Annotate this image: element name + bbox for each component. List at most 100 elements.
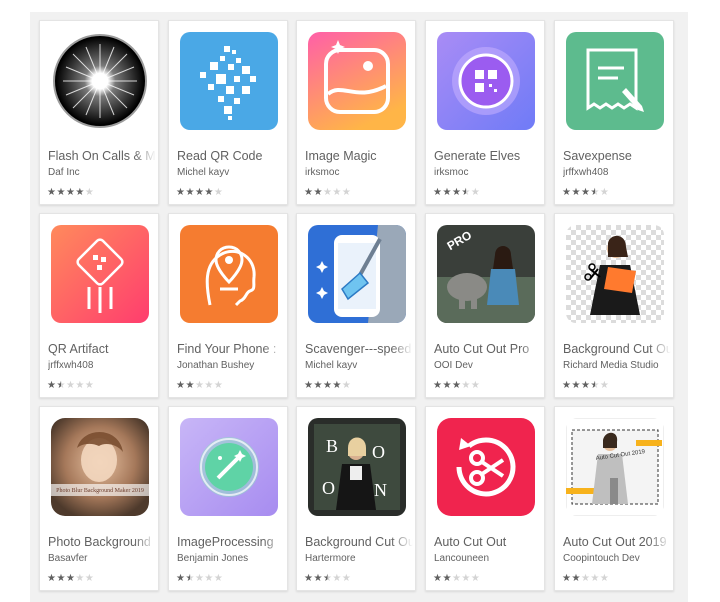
star-icon: ★ [304,380,314,391]
star-icon: ★ [65,573,76,584]
app-developer[interactable]: Daf Inc [48,167,156,178]
star-icon: ★ [341,573,352,584]
star-icon: ★ [580,573,591,584]
star-icon: ★ [433,380,443,391]
star-icon: ★ [470,380,481,391]
star-icon: ★ [341,380,352,391]
app-developer[interactable]: jrffxwh408 [48,360,156,371]
app-card[interactable]: Auto Cut Out 2019 Auto Cut Out 2019 Coop… [554,406,674,591]
boon-letter-4: N [374,480,387,500]
star-icon: ★ [599,187,610,198]
star-icon: ★ [47,187,57,198]
app-card[interactable]: B O O N Background Cut Ou Hartermore ★★★… [296,406,416,591]
location-head-icon [180,225,278,323]
image-processing-icon [180,418,278,516]
app-developer[interactable]: irksmoc [305,167,413,178]
star-icon: ★ [562,380,572,391]
app-developer[interactable]: Michel kayv [305,360,413,371]
app-card[interactable]: PRO Auto Cut Out Pro OOI Dev ★★★★★ [425,213,545,398]
cutout-pro-icon: PRO [437,225,535,323]
app-card[interactable]: Image Magic irksmoc ★★★★★ [296,20,416,205]
app-card[interactable]: Flash On Calls & M Daf Inc ★★★★★ [39,20,159,205]
boon-letter-3: O [322,478,335,498]
star-icon: ★ [204,187,214,198]
receipt-pen-icon [566,32,664,130]
app-developer[interactable]: Lancouneen [434,553,542,564]
app-card[interactable]: Savexpense jrffxwh408 ★★★★★ [554,20,674,205]
app-developer[interactable]: jrffxwh408 [563,167,671,178]
app-title: Generate Elves [434,149,542,163]
star-icon: ★ [194,187,205,198]
star-icon: ★ [332,573,342,584]
rating-stars: ★★★★★ [562,573,609,584]
star-icon: ★ [213,573,224,584]
app-title: ImageProcessing [177,535,285,549]
app-grid: Flash On Calls & M Daf Inc ★★★★★ Read QR… [30,12,688,602]
app-developer[interactable]: Basavfer [48,553,156,564]
star-icon: ★ [451,380,462,391]
star-icon: ★ [433,573,443,584]
app-developer[interactable]: Michel kayv [177,167,285,178]
app-card[interactable]: Auto Cut Out Lancouneen ★★★★★ [425,406,545,591]
app-title: Auto Cut Out Pro [434,342,542,356]
star-icon: ★ [433,187,443,198]
star-icon: ★ [185,187,195,198]
star-icon: ★ [599,380,610,391]
star-icon: ★ [304,573,314,584]
star-icon: ★ [470,573,481,584]
app-title: Photo Background [48,535,156,549]
star-icon: ★ [322,573,333,584]
rating-stars: ★★★★★ [176,380,223,391]
star-icon: ★ [461,573,471,584]
star-icon: ★ [442,573,452,584]
star-icon: ★ [75,573,85,584]
app-developer[interactable]: Richard Media Studio [563,360,671,371]
app-developer[interactable]: Hartermore [305,553,413,564]
star-icon: ★ [313,573,323,584]
star-icon: ★ [185,573,195,584]
boon-cutout-icon: B O O N [308,418,406,516]
star-icon: ★ [47,380,57,391]
app-developer[interactable]: Jonathan Bushey [177,360,285,371]
cutout-2019-icon: Auto Cut Out 2019 [566,418,664,516]
app-card[interactable]: Background Cut Ou Richard Media Studio ★… [554,213,674,398]
cutout-person-icon [566,225,664,323]
star-icon: ★ [56,573,66,584]
app-card[interactable]: ImageProcessing Benjamin Jones ★★★★★ [168,406,288,591]
app-title: Auto Cut Out 2019 [563,535,671,549]
app-developer[interactable]: irksmoc [434,167,542,178]
app-card[interactable]: Photo Blur Background Maker 2019 Photo B… [39,406,159,591]
star-icon: ★ [84,573,95,584]
boon-letter-1: B [326,436,338,456]
star-icon: ★ [332,380,342,391]
star-icon: ★ [65,380,76,391]
star-icon: ★ [322,187,333,198]
star-icon: ★ [185,380,195,391]
star-icon: ★ [84,380,95,391]
rating-stars: ★★★★★ [304,187,351,198]
rating-stars: ★★★★★ [304,380,351,391]
star-icon: ★ [176,187,186,198]
star-icon: ★ [341,187,352,198]
star-icon: ★ [56,380,66,391]
app-card[interactable]: Read QR Code Michel kayv ★★★★★ [168,20,288,205]
app-card[interactable]: QR Artifact jrffxwh408 ★★★★★ [39,213,159,398]
app-title: Savexpense [563,149,671,163]
star-icon: ★ [75,380,85,391]
star-icon: ★ [580,380,591,391]
app-card[interactable]: Generate Elves irksmoc ★★★★★ [425,20,545,205]
star-icon: ★ [313,380,323,391]
qr-circle-icon [437,32,535,130]
app-card[interactable]: Scavenger---speed Michel kayv ★★★★★ [296,213,416,398]
app-title: Read QR Code [177,149,285,163]
image-magic-icon [308,32,406,130]
app-developer[interactable]: OOI Dev [434,360,542,371]
rating-stars: ★★★★★ [562,380,609,391]
app-card[interactable]: Find Your Phone : Jonathan Bushey ★★★★★ [168,213,288,398]
rating-stars: ★★★★★ [304,573,351,584]
app-title: QR Artifact [48,342,156,356]
app-developer[interactable]: Benjamin Jones [177,553,285,564]
star-icon: ★ [571,380,581,391]
rating-stars: ★★★★★ [433,380,480,391]
app-developer[interactable]: Coopintouch Dev [563,553,671,564]
